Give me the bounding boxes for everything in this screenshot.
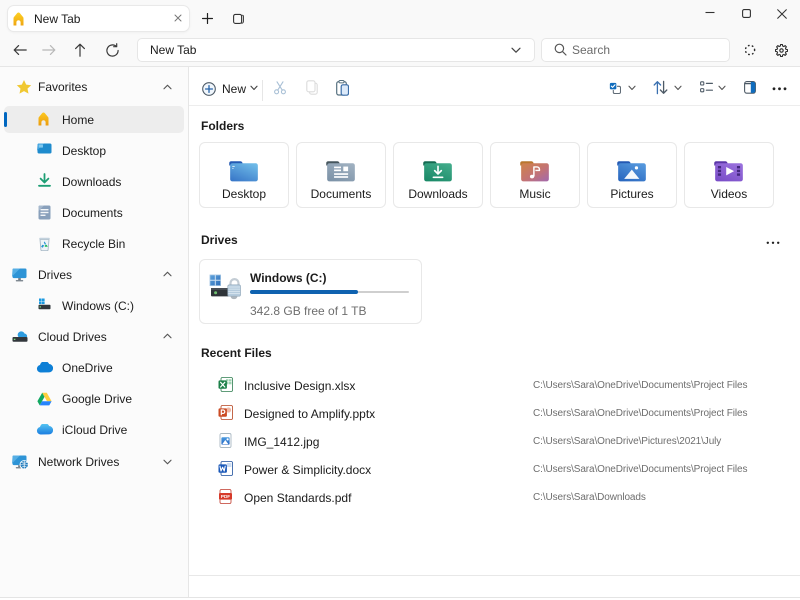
svg-text:PDF: PDF (221, 494, 230, 499)
